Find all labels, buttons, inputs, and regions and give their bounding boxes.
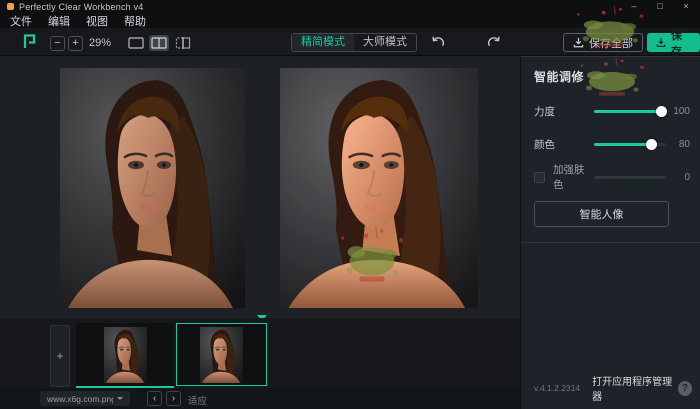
undo-icon <box>430 35 445 49</box>
help-button[interactable]: ? <box>678 381 692 396</box>
mode-tabs: 精简模式 大师模式 <box>291 33 417 52</box>
thumbnail-slot-selected[interactable] <box>176 323 267 386</box>
minimize-button[interactable]: – <box>628 0 640 13</box>
save-all-button[interactable]: 保存全部 <box>563 33 643 52</box>
color-slider[interactable] <box>594 143 666 146</box>
window-title: Perfectly Clear Workbench v4 <box>19 2 143 12</box>
filmstrip: + <box>0 318 520 388</box>
color-slider-row: 颜色 80 <box>534 137 690 151</box>
zoom-out-button[interactable]: − <box>50 36 65 51</box>
strength-slider-row: 力度 100 <box>534 104 690 118</box>
filename-dropdown[interactable]: www.x6g.com.png <box>40 391 130 406</box>
download-icon <box>656 37 666 48</box>
slider-fill <box>594 110 662 113</box>
redo-icon <box>487 35 502 49</box>
menu-help[interactable]: 帮助 <box>124 13 146 29</box>
skin-tone-value: 0 <box>666 172 690 183</box>
menu-view[interactable]: 视图 <box>86 13 108 29</box>
color-value: 80 <box>666 139 690 150</box>
title-bar: Perfectly Clear Workbench v4 – □ × <box>0 0 700 13</box>
undo-button[interactable] <box>430 35 445 49</box>
menu-file[interactable]: 文件 <box>10 13 32 29</box>
save-all-label: 保存全部 <box>589 35 633 51</box>
slider-knob[interactable] <box>646 139 657 150</box>
before-image[interactable] <box>60 68 245 308</box>
bottom-bar: www.x6g.com.png ‹ › 适应 <box>0 388 520 409</box>
skin-tone-slider <box>594 176 666 179</box>
filename-label: www.x6g.com.png <box>47 394 113 404</box>
slider-knob[interactable] <box>656 106 667 117</box>
zoom-level: 29% <box>89 37 111 49</box>
download-icon <box>573 37 584 48</box>
panel-footer: v.4.1.2.2314 打开应用程序管理器 ? <box>534 373 692 403</box>
curtain-view-button[interactable] <box>173 35 193 51</box>
add-photo-button[interactable]: + <box>50 325 70 387</box>
image-canvas: + www.x6g.com.png ‹ › 适应 <box>0 56 520 409</box>
single-view-icon <box>128 37 144 49</box>
panel-divider <box>521 242 700 243</box>
window-controls: – □ × <box>628 0 696 13</box>
maximize-button[interactable]: □ <box>654 0 666 13</box>
chevron-down-icon <box>117 397 123 400</box>
single-view-button[interactable] <box>126 35 146 51</box>
strength-value: 100 <box>666 106 690 117</box>
strength-label: 力度 <box>534 104 594 119</box>
panel-title: 智能调修 <box>534 68 690 85</box>
skin-tone-label: 加强肤色 <box>553 162 594 192</box>
tab-simple-mode[interactable]: 精简模式 <box>292 34 354 51</box>
version-label: v.4.1.2.2314 <box>534 383 580 393</box>
menu-edit[interactable]: 编辑 <box>48 13 70 29</box>
close-button[interactable]: × <box>680 0 692 13</box>
previous-photo-button[interactable]: ‹ <box>147 391 162 406</box>
adjustment-panel: 智能调修 力度 100 颜色 80 加强肤色 <box>520 56 700 409</box>
zoom-in-button[interactable]: + <box>68 36 83 51</box>
save-label: 保存 <box>671 27 691 59</box>
open-app-manager-link[interactable]: 打开应用程序管理器 <box>592 373 678 403</box>
perfectly-clear-logo-icon <box>21 33 38 50</box>
thumbnail-slot[interactable] <box>76 323 174 386</box>
skin-tone-slider-row: 加强肤色 0 <box>534 170 690 184</box>
toolbar: − + 29% 精简模式 大师模式 保存全部 保存 <box>0 28 700 56</box>
after-image[interactable] <box>280 68 478 308</box>
thumbnail-image <box>200 327 243 383</box>
curtain-view-icon <box>175 37 191 49</box>
thumbnail-image <box>104 327 147 383</box>
color-label: 颜色 <box>534 137 594 152</box>
smart-portrait-button[interactable]: 智能人像 <box>534 201 669 227</box>
skin-tone-checkbox[interactable] <box>534 172 545 183</box>
app-icon <box>7 3 14 10</box>
menu-bar: 文件 编辑 视图 帮助 <box>0 13 700 28</box>
redo-button[interactable] <box>487 35 502 49</box>
save-button[interactable]: 保存 <box>647 33 700 52</box>
strength-slider[interactable] <box>594 110 666 113</box>
fit-label: 适应 <box>188 393 207 407</box>
app-window: Perfectly Clear Workbench v4 – □ × 文件 编辑… <box>0 0 700 409</box>
tab-master-mode[interactable]: 大师模式 <box>354 34 416 51</box>
split-view-button[interactable] <box>149 35 169 51</box>
next-photo-button[interactable]: › <box>166 391 181 406</box>
slider-fill <box>594 143 652 146</box>
split-view-icon <box>151 37 167 49</box>
